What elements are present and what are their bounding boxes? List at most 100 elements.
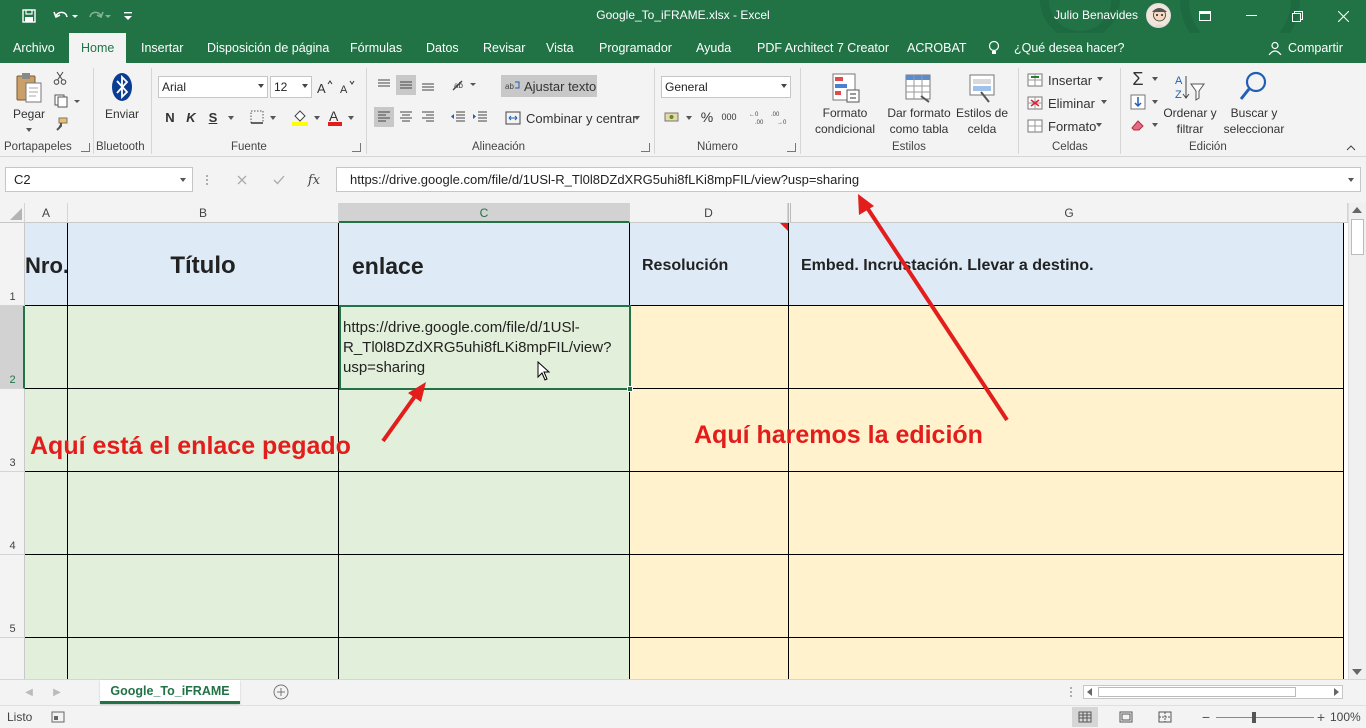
underline-button[interactable]: S: [205, 107, 221, 127]
split-handle-icon[interactable]: [1068, 685, 1074, 699]
fill-dropdown-icon[interactable]: [314, 116, 320, 120]
prev-sheet-icon[interactable]: ◀: [22, 684, 36, 700]
tab-ayuda[interactable]: Ayuda: [696, 33, 731, 63]
user-name[interactable]: Julio Benavides: [1054, 8, 1138, 22]
cell-b5[interactable]: [68, 555, 339, 638]
row-header-6[interactable]: [0, 638, 25, 679]
clear-icon[interactable]: [1128, 115, 1148, 135]
cell-b2[interactable]: [68, 306, 339, 389]
zoom-out-icon[interactable]: −: [1199, 709, 1213, 725]
collapse-ribbon-icon[interactable]: [1344, 141, 1358, 155]
zoom-slider-thumb[interactable]: [1252, 712, 1256, 723]
align-right-icon[interactable]: [418, 107, 438, 127]
scroll-right-icon[interactable]: [1334, 688, 1339, 696]
next-sheet-icon[interactable]: ▶: [50, 684, 64, 700]
normal-view-icon[interactable]: [1072, 707, 1098, 727]
dialog-launcher-icon[interactable]: [641, 143, 650, 152]
name-box[interactable]: C2: [5, 167, 193, 192]
format-as-table-icon[interactable]: [902, 71, 934, 105]
column-header-c[interactable]: C: [339, 203, 630, 223]
paste-dropdown-icon[interactable]: [26, 128, 32, 132]
cell-b6[interactable]: [68, 638, 339, 679]
cell-styles-icon[interactable]: [966, 71, 998, 105]
zoom-in-icon[interactable]: +: [1314, 709, 1328, 725]
underline-dropdown-icon[interactable]: [228, 116, 234, 120]
sort-filter-icon[interactable]: AZ: [1172, 71, 1206, 105]
bluetooth-icon[interactable]: [110, 71, 134, 103]
cell-d6[interactable]: [630, 638, 789, 679]
horizontal-scrollbar[interactable]: [1083, 685, 1343, 699]
send-button[interactable]: Enviar: [103, 106, 141, 122]
cell-b4[interactable]: [68, 472, 339, 555]
page-break-view-icon[interactable]: [1152, 707, 1178, 727]
ribbon-display-icon[interactable]: [1182, 0, 1228, 32]
close-icon[interactable]: [1320, 0, 1366, 32]
delete-dropdown-icon[interactable]: [1101, 100, 1107, 104]
font-color-icon[interactable]: A: [325, 107, 345, 127]
sheet-tab-active[interactable]: Google_To_iFRAME: [100, 680, 240, 704]
format-dropdown-icon[interactable]: [1096, 123, 1102, 127]
conditional-format-icon[interactable]: [830, 71, 862, 105]
cell-c4[interactable]: [339, 472, 630, 555]
insert-function-button[interactable]: fx: [304, 171, 324, 189]
copy-icon[interactable]: [52, 92, 82, 110]
zoom-slider[interactable]: [1216, 717, 1314, 718]
insert-cells-button[interactable]: Insertar: [1027, 71, 1117, 89]
cut-icon[interactable]: [52, 69, 68, 87]
hscroll-thumb[interactable]: [1098, 687, 1296, 697]
fill-handle[interactable]: [627, 386, 633, 392]
confirm-entry-icon[interactable]: [269, 171, 289, 189]
worksheet-grid[interactable]: A B C D G 1 2 3 4 5 Nro. Título enlace R…: [0, 203, 1348, 679]
dialog-launcher-icon[interactable]: [352, 143, 361, 152]
fill-dropdown-icon[interactable]: [1152, 100, 1158, 104]
name-box-dropdown-icon[interactable]: [180, 178, 186, 182]
borders-icon[interactable]: [248, 108, 266, 126]
cell-styles-button[interactable]: Estilos de celda: [952, 105, 1012, 137]
column-header-d[interactable]: D: [630, 203, 788, 223]
expand-formula-bar-icon[interactable]: [1348, 178, 1354, 182]
cell-g6[interactable]: [789, 638, 1344, 679]
tab-archivo[interactable]: Archivo: [13, 33, 55, 63]
restore-icon[interactable]: [1274, 0, 1320, 32]
clear-dropdown-icon[interactable]: [1152, 123, 1158, 127]
increase-decimal-icon[interactable]: ←0.00: [748, 107, 768, 127]
tab-insertar[interactable]: Insertar: [141, 33, 183, 63]
thousands-button[interactable]: 000: [719, 107, 739, 127]
select-all-corner[interactable]: [0, 203, 25, 223]
cell-g1[interactable]: Embed. Incrustación. Llevar a destino.: [789, 223, 1344, 306]
tell-me-search[interactable]: ¿Qué desea hacer?: [1014, 33, 1125, 63]
cell-g2[interactable]: [789, 306, 1344, 389]
cell-a6[interactable]: [25, 638, 68, 679]
format-cells-button[interactable]: Formato: [1027, 117, 1117, 135]
scroll-left-icon[interactable]: [1087, 688, 1092, 696]
italic-button[interactable]: K: [183, 107, 199, 127]
font-name-combo[interactable]: Arial: [158, 76, 268, 98]
cell-b1[interactable]: Título: [68, 223, 339, 306]
cell-d5[interactable]: [630, 555, 789, 638]
decrease-indent-icon[interactable]: [448, 107, 468, 127]
scroll-up-icon[interactable]: [1352, 207, 1362, 213]
find-select-button[interactable]: Buscar y seleccionar: [1220, 105, 1288, 137]
merge-dropdown-icon[interactable]: [634, 116, 640, 120]
row-header-5[interactable]: 5: [0, 555, 25, 638]
font-size-combo[interactable]: 12: [270, 76, 312, 98]
dialog-launcher-icon[interactable]: [787, 143, 796, 152]
sort-filter-button[interactable]: Ordenar y filtrar: [1161, 105, 1219, 137]
cell-c1[interactable]: enlace: [339, 223, 630, 306]
cell-c2[interactable]: https://drive.google.com/file/d/1USl- R_…: [339, 306, 630, 389]
cell-d4[interactable]: [630, 472, 789, 555]
bold-button[interactable]: N: [162, 107, 178, 127]
tab-programador[interactable]: Programador: [599, 33, 672, 63]
minimize-icon[interactable]: [1228, 0, 1274, 32]
zoom-level[interactable]: 100%: [1330, 710, 1361, 724]
tab-acrobat[interactable]: ACROBAT: [907, 33, 967, 63]
wrap-text-button[interactable]: ab Ajustar texto: [501, 75, 597, 97]
tab-formulas[interactable]: Fórmulas: [350, 33, 402, 63]
cancel-entry-icon[interactable]: [232, 171, 252, 189]
tab-pdf-architect[interactable]: PDF Architect 7 Creator: [757, 33, 889, 63]
cell-a2[interactable]: [25, 306, 68, 389]
cell-c6[interactable]: [339, 638, 630, 679]
comment-indicator-icon[interactable]: [780, 223, 788, 231]
align-center-icon[interactable]: [396, 107, 416, 127]
paste-icon[interactable]: [13, 70, 45, 106]
